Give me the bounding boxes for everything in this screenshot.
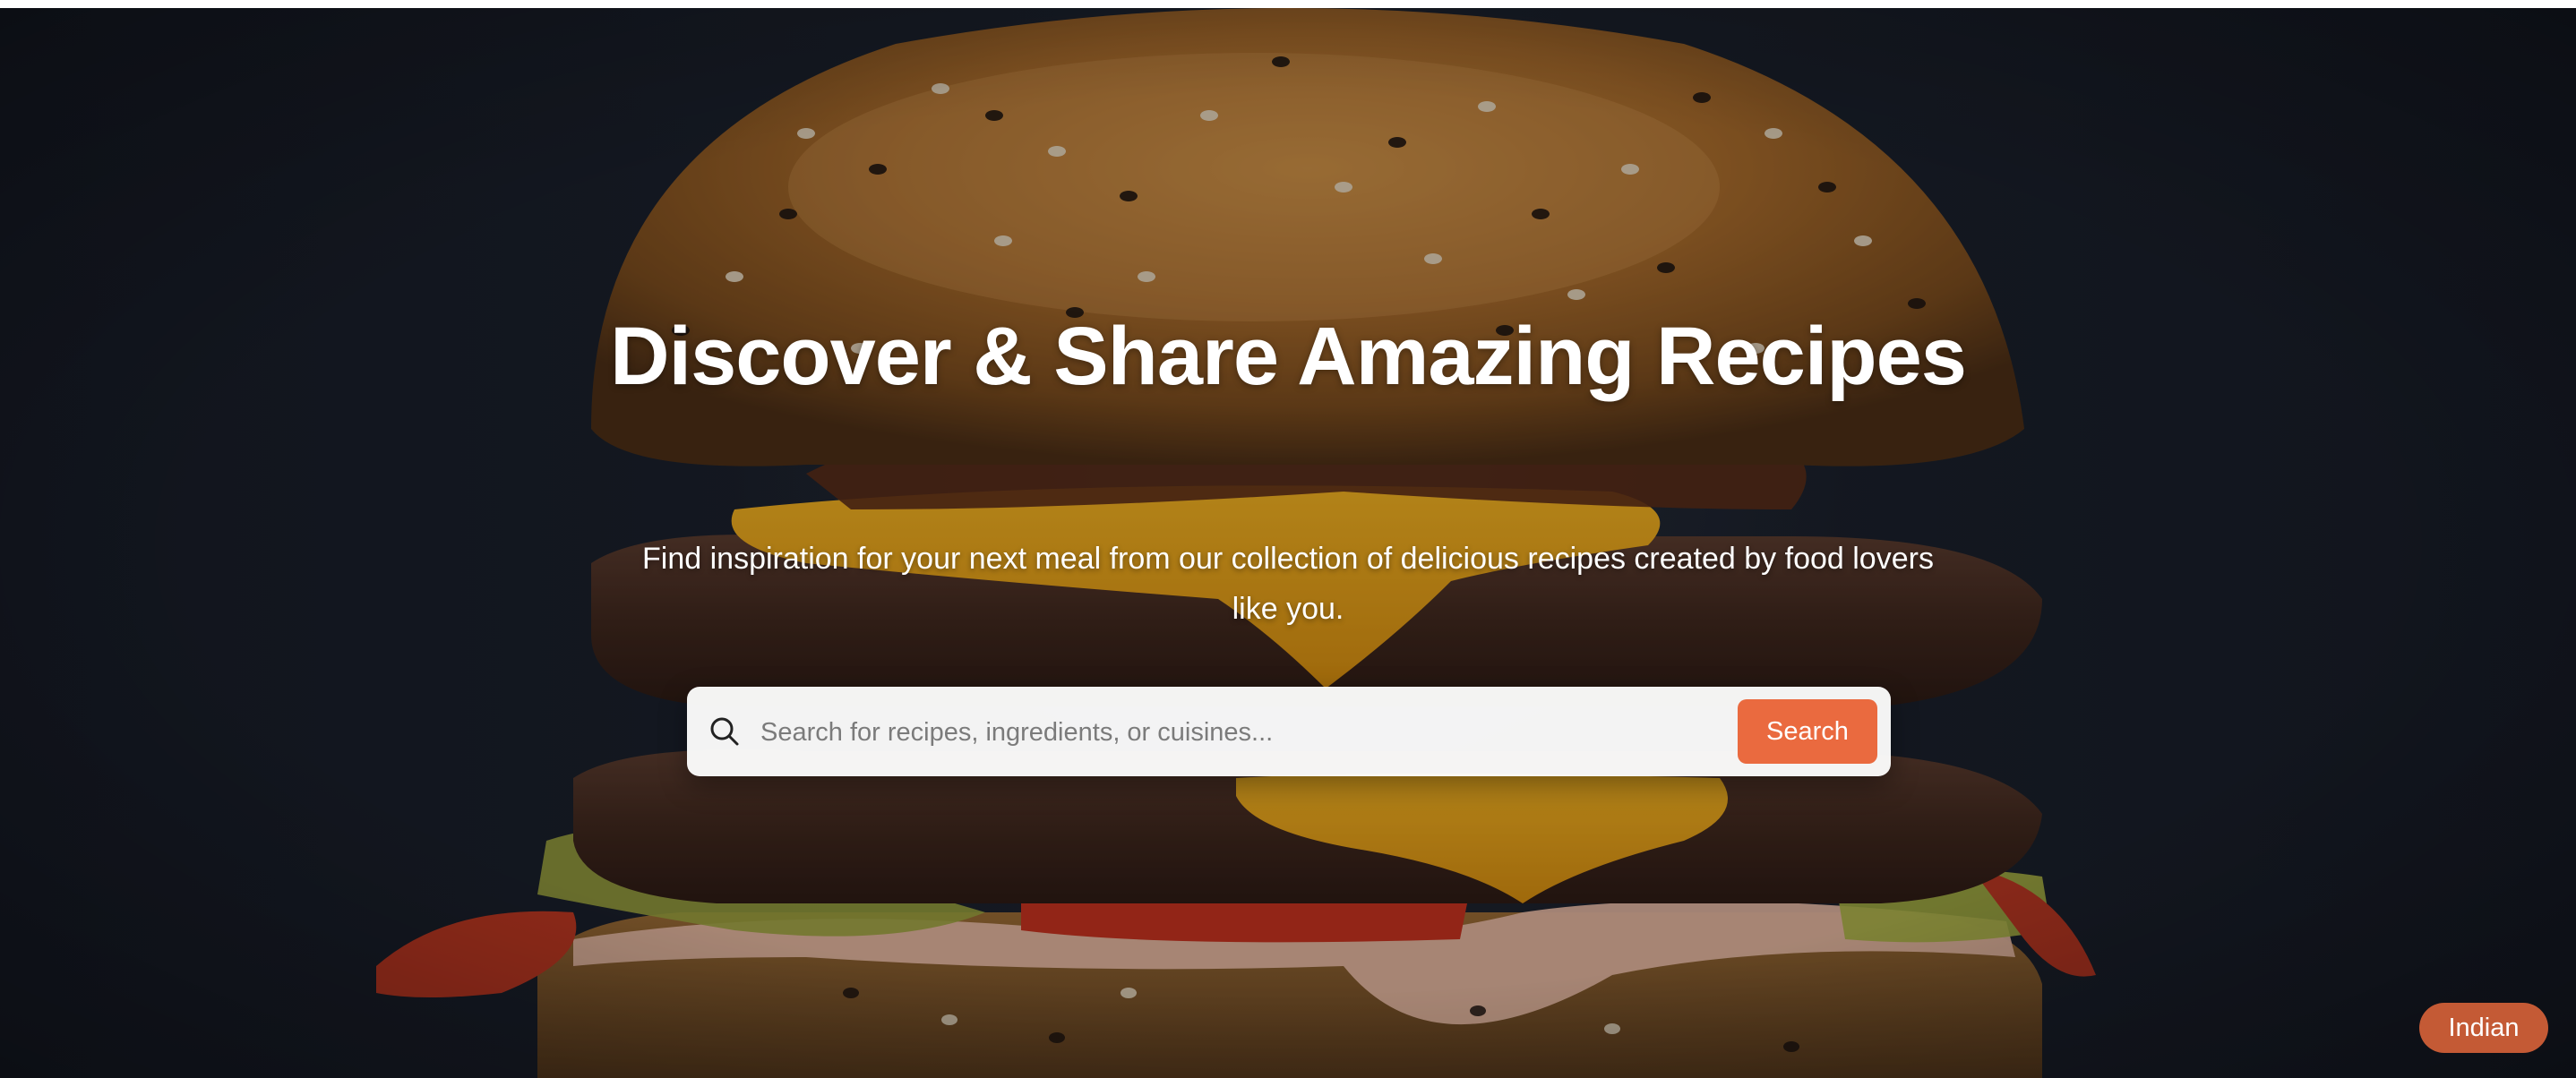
hero-title: Discover & Share Amazing Recipes	[610, 311, 1967, 402]
search-input[interactable]	[759, 705, 1658, 760]
hero-subtitle: Find inspiration for your next meal from…	[642, 542, 1934, 626]
hero-content: Discover & Share Amazing Recipes Find in…	[0, 8, 2576, 1078]
search-icon	[710, 717, 739, 746]
search-bar: Search	[687, 687, 1891, 776]
search-button[interactable]: Search	[1738, 699, 1877, 764]
top-strip	[0, 0, 2576, 8]
hero-section: Discover & Share Amazing Recipes Find in…	[0, 8, 2576, 1078]
cuisine-tag-indian[interactable]: Indian	[2419, 1003, 2548, 1053]
